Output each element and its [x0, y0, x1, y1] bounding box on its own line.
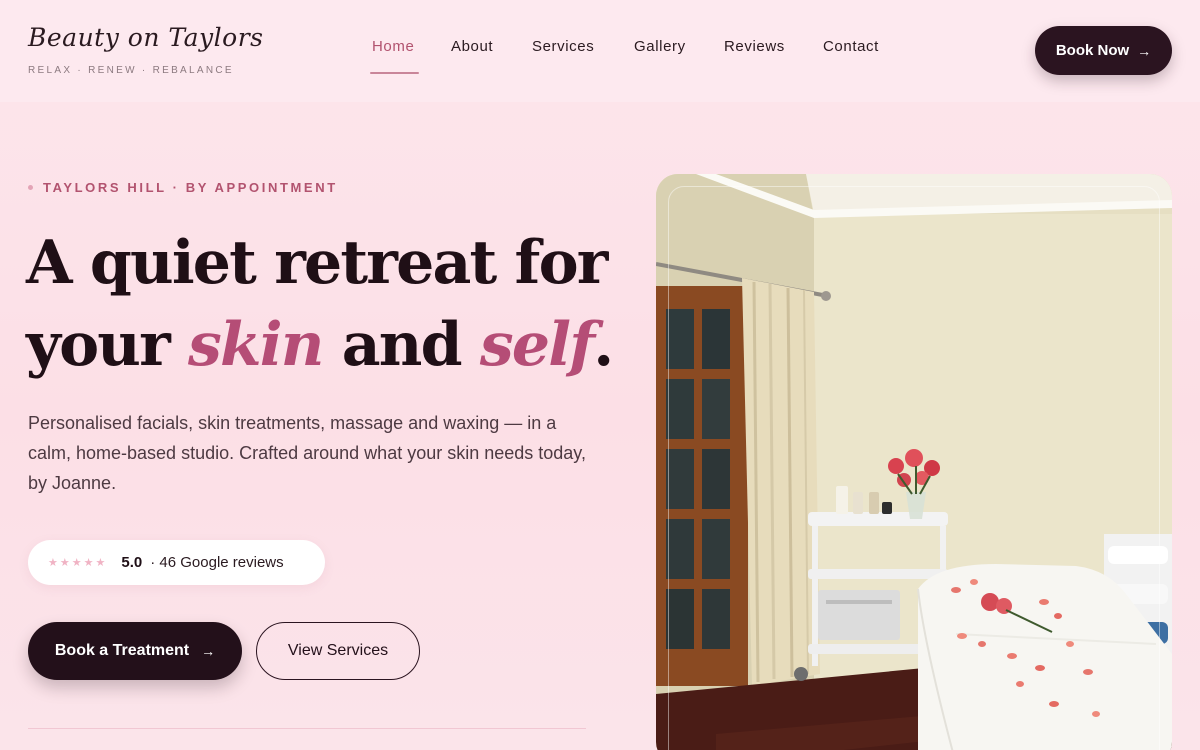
hero-description: Personalised facials, skin treatments, m…	[28, 413, 586, 493]
eyebrow-text: TAYLORS HILL · BY APPOINTMENT	[43, 180, 338, 195]
star-icon: ★	[95, 557, 106, 569]
nav-about[interactable]: About	[451, 38, 493, 55]
nav-gallery[interactable]: Gallery	[634, 38, 686, 55]
main-nav: Home About Services Gallery Reviews Cont…	[0, 38, 1200, 74]
view-services-button[interactable]: View Services	[256, 622, 420, 680]
book-treatment-label: Book a Treatment	[54, 642, 190, 659]
book-now-button[interactable]: Book Now →	[1035, 26, 1172, 75]
arrow-right-icon: →	[1137, 42, 1152, 59]
hero-headline: A quiet retreat for your skin and self.	[26, 222, 646, 386]
rating-stars: ★ ★ ★ ★ ★	[48, 556, 105, 569]
headline-line1: A quiet retreat for	[26, 228, 608, 298]
nav-home[interactable]: Home	[372, 38, 414, 55]
nav-services[interactable]: Services	[532, 38, 594, 55]
rating-score: 5.0	[121, 554, 143, 571]
hero-divider	[28, 728, 586, 729]
brand-tagline: RELAX · RENEW · REBALANCE	[28, 65, 234, 76]
book-treatment-button[interactable]: Book a Treatment →	[28, 622, 242, 680]
headline-word-your: your	[26, 310, 171, 380]
star-icon: ★	[59, 557, 70, 569]
treatment-room-photo	[656, 174, 1172, 750]
nav-reviews[interactable]: Reviews	[724, 38, 785, 55]
headline-period: .	[593, 310, 614, 380]
google-rating-badge[interactable]: ★ ★ ★ ★ ★ 5.0 · 46 Google reviews	[28, 540, 325, 585]
star-icon: ★	[83, 557, 94, 569]
arrow-right-icon: →	[201, 643, 216, 659]
dot-icon	[28, 185, 33, 190]
book-now-label: Book Now	[1055, 42, 1130, 59]
headline-accent-skin: skin	[188, 310, 324, 380]
rating-count: · 46 Google reviews	[150, 554, 284, 571]
star-icon: ★	[48, 557, 58, 569]
nav-active-indicator	[370, 72, 419, 74]
headline-accent-self: self	[479, 310, 595, 380]
hero-eyebrow: TAYLORS HILL · BY APPOINTMENT	[28, 180, 338, 195]
star-icon: ★	[71, 557, 82, 569]
nav-contact[interactable]: Contact	[823, 38, 879, 55]
headline-word-and: and	[341, 310, 463, 380]
site-header: Beauty on Taylors RELAX · RENEW · REBALA…	[0, 0, 1200, 102]
